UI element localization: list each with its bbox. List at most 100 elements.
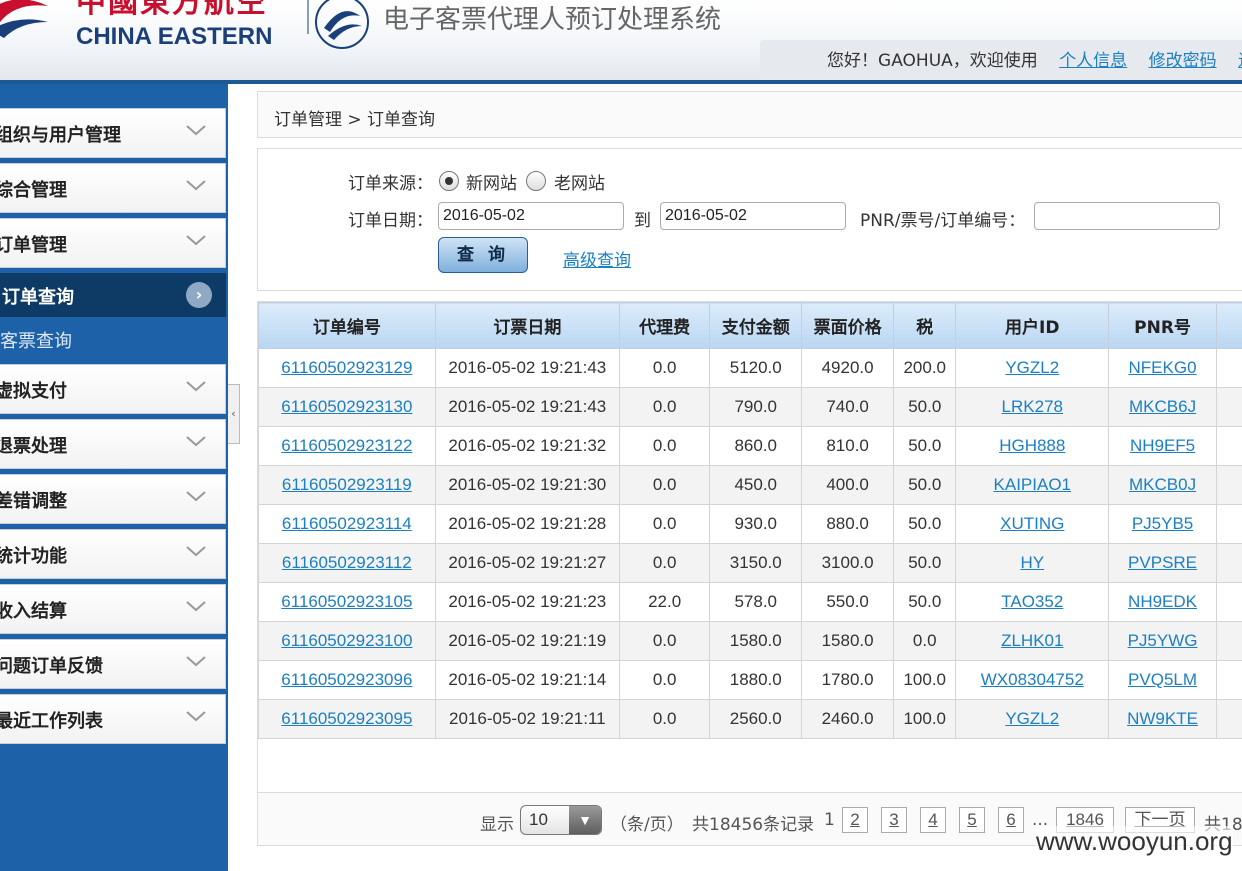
order-id-link[interactable]: 61160502923096 (281, 670, 412, 689)
sidebar-item-label: 综合管理 (0, 180, 67, 201)
date-from-input[interactable] (438, 202, 624, 230)
page-link-4[interactable]: 4 (920, 807, 946, 833)
column-header-pnr[interactable]: PNR号 (1108, 302, 1218, 349)
pnr-search-input[interactable] (1034, 202, 1220, 230)
sidebar-item-refund[interactable]: 退票处理 (0, 419, 226, 469)
orders-table-panel: 订单编号 订票日期 代理费 支付金额 票面价格 税 用户ID PNR号 6116… (257, 301, 1242, 846)
user-id-link[interactable]: WX08304752 (981, 670, 1084, 689)
column-header-payment[interactable]: 支付金额 (709, 302, 803, 349)
page-size-select[interactable]: 10 ▼ (520, 805, 602, 835)
old-site-radio[interactable] (526, 171, 546, 191)
pnr-link[interactable]: MKCB6J (1129, 397, 1196, 416)
pnr-link[interactable]: NH9EF5 (1130, 436, 1195, 455)
order-id-link[interactable]: 61160502923130 (281, 397, 412, 416)
sidebar-item-revenue-settlement[interactable]: 收入结算 (0, 584, 226, 634)
table-row: 61160502923096 2016-05-02 19:21:14 0.0 1880… (258, 660, 1242, 700)
user-id-link[interactable]: TAO352 (1001, 592, 1063, 611)
pnr-link[interactable]: PVQ5LM (1128, 670, 1197, 689)
pnr-cell: NW9KTE (1108, 699, 1218, 739)
order-id-link[interactable]: 61160502923095 (281, 709, 412, 728)
user-id-link[interactable]: ZLHK01 (1001, 631, 1063, 650)
pnr-link[interactable]: NH9EDK (1128, 592, 1197, 611)
sidebar-item-orders[interactable]: 订单管理 (0, 218, 226, 268)
order-id-cell: 61160502923114 (258, 504, 436, 544)
user-id-link[interactable]: LRK278 (1002, 397, 1063, 416)
column-header-fare[interactable]: 票面价格 (801, 302, 895, 349)
change-password-link[interactable]: 修改密码 (1149, 51, 1217, 71)
pnr-cell: NH9EF5 (1108, 426, 1218, 466)
page-link-6[interactable]: 6 (998, 807, 1024, 833)
pnr-cell: PVQ5LM (1108, 660, 1218, 700)
order-id-link[interactable]: 61160502923119 (282, 475, 412, 494)
agent-fee-cell: 0.0 (618, 504, 711, 544)
page-link-2[interactable]: 2 (842, 807, 868, 833)
order-id-cell: 61160502923130 (258, 387, 436, 427)
pnr-link[interactable]: NFEKG0 (1129, 358, 1197, 377)
watermark-text: www.wooyun.org (1036, 826, 1233, 857)
chevron-down-icon (186, 381, 206, 392)
chevron-down-icon (186, 601, 206, 612)
sidebar-item-org-user[interactable]: 组织与用户管理 (0, 108, 226, 158)
fare-cell: 1580.0 (801, 621, 895, 661)
table-row: 61160502923122 2016-05-02 19:21:32 0.0 860.… (258, 426, 1242, 466)
tax-cell: 50.0 (893, 426, 957, 466)
column-header-tax[interactable]: 税 (893, 302, 957, 349)
order-id-link[interactable]: 61160502923100 (281, 631, 412, 650)
order-id-link[interactable]: 61160502923112 (282, 553, 412, 572)
logout-link[interactable]: 退出 (1238, 51, 1242, 71)
query-button[interactable]: 查 询 (438, 237, 528, 273)
pnr-link[interactable]: MKCB0J (1129, 475, 1196, 494)
user-id-link[interactable]: YGZL2 (1005, 709, 1059, 728)
date-to-input[interactable] (660, 202, 846, 230)
order-id-link[interactable]: 61160502923122 (281, 436, 412, 455)
sidebar-item-general[interactable]: 综合管理 (0, 163, 226, 213)
sidebar-item-error-adjust[interactable]: 差错调整 (0, 474, 226, 524)
column-header-order-date[interactable]: 订票日期 (434, 302, 620, 349)
sidebar-item-label: 最近工作列表 (0, 711, 103, 732)
order-id-link[interactable]: 61160502923105 (281, 592, 412, 611)
column-header-order-id[interactable]: 订单编号 (258, 302, 436, 349)
order-date-cell: 2016-05-02 19:21:28 (434, 504, 620, 544)
breadcrumb-text: 订单管理 > 订单查询 (274, 110, 436, 130)
column-header-agent-fee[interactable]: 代理费 (618, 302, 711, 349)
pnr-link[interactable]: PVPSRE (1128, 553, 1197, 572)
table-row: 61160502923100 2016-05-02 19:21:19 0.0 1580… (258, 621, 1242, 661)
fare-cell: 3100.0 (801, 543, 895, 583)
chevron-down-icon (186, 180, 206, 191)
user-id-cell: XUTING (955, 504, 1110, 544)
profile-link[interactable]: 个人信息 (1059, 51, 1127, 71)
sidebar-item-label: 问题订单反馈 (0, 656, 103, 677)
sidebar-collapse-handle[interactable]: ‹ (228, 384, 240, 444)
advanced-query-link[interactable]: 高级查询 (563, 246, 631, 271)
order-id-link[interactable]: 61160502923114 (282, 514, 412, 533)
order-date-cell: 2016-05-02 19:21:27 (434, 543, 620, 583)
sidebar-item-virtual-payment[interactable]: 虚拟支付 (0, 364, 226, 414)
sidebar-item-order-query[interactable]: 订单查询 › (0, 273, 226, 317)
pnr-link[interactable]: PJ5YWG (1128, 631, 1198, 650)
order-date-cell: 2016-05-02 19:21:19 (434, 621, 620, 661)
sidebar-item-problem-feedback[interactable]: 问题订单反馈 (0, 639, 226, 689)
logo-chinese-text: 中國東方航空 (76, 0, 268, 20)
sidebar-item-ticket-query[interactable]: 客票查询 (0, 317, 228, 359)
chevron-down-icon (186, 125, 206, 136)
page-size-label: 显示 (480, 815, 514, 835)
order-id-link[interactable]: 61160502923129 (281, 358, 412, 377)
order-date-cell: 2016-05-02 19:21:32 (434, 426, 620, 466)
column-header-user-id[interactable]: 用户ID (955, 302, 1110, 349)
china-eastern-swallow-logo-icon (0, 0, 48, 38)
pnr-link[interactable]: NW9KTE (1127, 709, 1198, 728)
payment-cell: 790.0 (709, 387, 803, 427)
sidebar-item-recent-work[interactable]: 最近工作列表 (0, 694, 226, 744)
sidebar-item-statistics[interactable]: 统计功能 (0, 529, 226, 579)
page-link-3[interactable]: 3 (881, 807, 907, 833)
per-page-label: （条/页） (610, 815, 684, 835)
page-link-5[interactable]: 5 (959, 807, 985, 833)
pnr-link[interactable]: PJ5YB5 (1132, 514, 1193, 533)
user-id-link[interactable]: XUTING (1000, 514, 1064, 533)
new-site-radio[interactable] (439, 171, 459, 191)
user-id-link[interactable]: HY (1020, 553, 1044, 572)
user-id-link[interactable]: KAIPIAO1 (994, 475, 1071, 494)
user-id-link[interactable]: HGH888 (999, 436, 1065, 455)
date-to-label: 到 (634, 211, 651, 231)
user-id-link[interactable]: YGZL2 (1005, 358, 1059, 377)
